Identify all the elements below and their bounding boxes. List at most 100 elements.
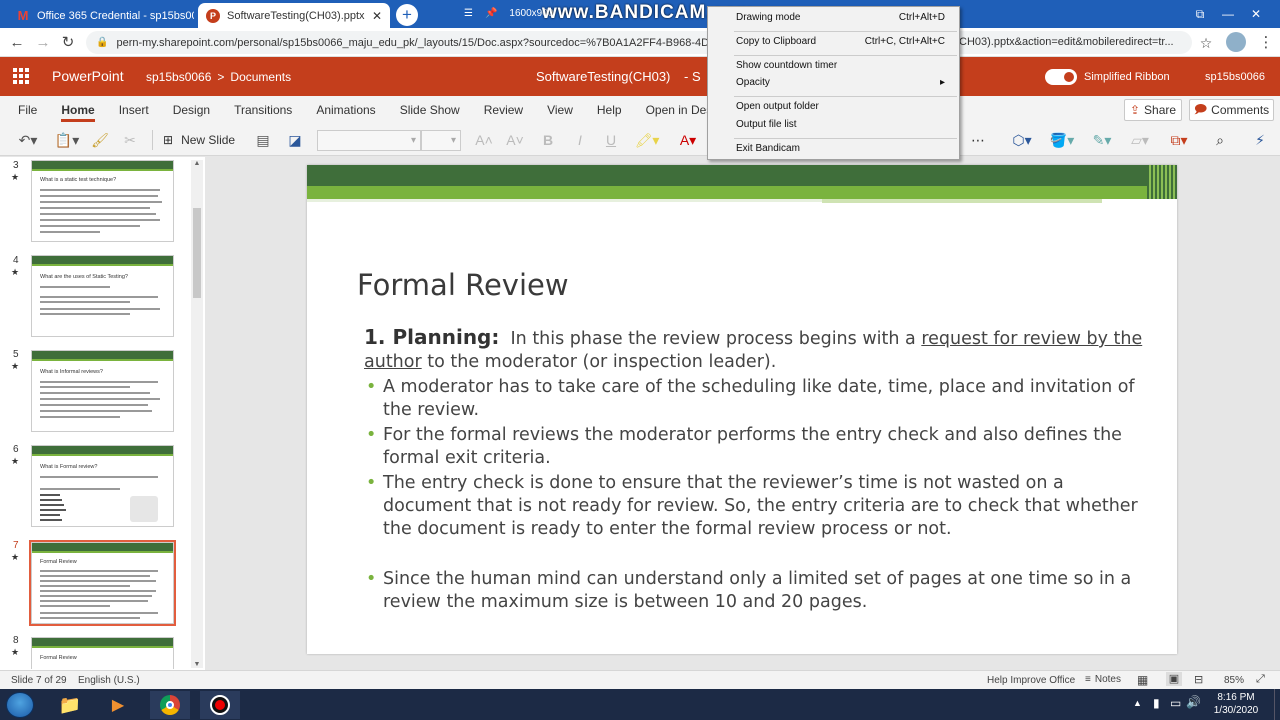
current-slide[interactable]: Formal Review 1. Planning: In this phase… [307, 165, 1177, 654]
slide-thumbnail-5[interactable]: What is Informal reviews? [31, 350, 174, 432]
system-clock[interactable]: 8:16 PM 1/30/2020 [1212, 691, 1260, 717]
slide-body[interactable]: 1. Planning: In this phase the review pr… [364, 326, 1154, 614]
pin-icon[interactable]: 📌 [485, 8, 497, 19]
slide-thumbnail-3[interactable]: What is a static test technique? [31, 160, 174, 242]
app-name[interactable]: PowerPoint [52, 68, 124, 84]
shape-outline-icon[interactable]: ✎▾ [1087, 131, 1117, 149]
bookmark-star-icon[interactable]: ☆ [1196, 33, 1216, 53]
volume-icon[interactable]: 🔊 [1186, 695, 1201, 709]
tab-office365[interactable]: M Office 365 Credential - sp15bs00 ✕ [8, 3, 194, 28]
media-player-icon[interactable]: ▶ [98, 691, 138, 719]
tab-home[interactable]: Home [61, 96, 96, 124]
tab-animations[interactable]: Animations [316, 96, 375, 124]
menu-icon[interactable]: ☰ [464, 8, 473, 19]
tab-transitions[interactable]: Transitions [234, 96, 292, 124]
search-icon[interactable]: ⌕ [1210, 131, 1230, 149]
reload-icon[interactable]: ↻ [58, 33, 78, 53]
more-options-icon[interactable]: ⋯ [968, 131, 988, 149]
menu-item-output-file-list[interactable]: Output file list [736, 116, 945, 134]
more-vert-icon[interactable]: ⋮ [1256, 33, 1276, 53]
font-color-icon[interactable]: A▾ [673, 131, 703, 149]
start-button[interactable] [6, 692, 34, 718]
arrange-icon[interactable]: ⧉▾ [1164, 131, 1194, 149]
menu-item-exit-bandicam[interactable]: Exit Bandicam [736, 140, 945, 158]
menu-item-open-output-folder[interactable]: Open output folder [736, 98, 945, 116]
tab-view[interactable]: View [547, 96, 573, 124]
menu-item-opacity[interactable]: Opacity ▸ [736, 74, 945, 92]
user-name[interactable]: sp15bs0066 [1205, 71, 1265, 83]
normal-view-icon[interactable]: ▦ [1137, 673, 1148, 687]
document-title[interactable]: SoftwareTesting(CH03) - S [536, 69, 701, 84]
fit-slide-icon[interactable]: ⤢ [1256, 673, 1265, 686]
show-desktop-button[interactable] [1274, 689, 1280, 720]
language-indicator[interactable]: English (U.S.) [78, 675, 140, 686]
zoom-level[interactable]: 85% [1224, 675, 1244, 686]
restore-icon[interactable]: ⧉ [1186, 0, 1214, 28]
layout-icon[interactable]: ▤ [253, 131, 273, 149]
shape-effects-icon[interactable]: ▱▾ [1125, 131, 1155, 149]
increase-font-icon[interactable]: A˄ [474, 131, 494, 149]
back-icon[interactable]: ← [7, 33, 27, 53]
reading-view-icon[interactable]: ⊟ [1194, 673, 1203, 686]
bandicam-record-icon[interactable] [200, 691, 240, 719]
help-improve-office[interactable]: Help Improve Office [987, 675, 1075, 686]
slide-header-band [307, 165, 1177, 186]
close-window-icon[interactable]: ✕ [1242, 0, 1270, 28]
bandicam-toolbar: ☰ 📌 1600x900 [464, 3, 553, 23]
divider [152, 130, 153, 150]
menu-item-countdown-timer[interactable]: Show countdown timer [736, 57, 945, 75]
file-explorer-icon[interactable]: 📁 [50, 691, 90, 719]
tab-insert[interactable]: Insert [119, 96, 149, 124]
undo-icon[interactable]: ↶▾ [13, 131, 43, 149]
status-bar: Slide 7 of 29 English (U.S.) Help Improv… [0, 670, 1280, 689]
tab-design[interactable]: Design [173, 96, 210, 124]
font-size-dropdown[interactable]: ▾ [421, 130, 461, 151]
breadcrumb-folder[interactable]: Documents [230, 70, 291, 84]
tab-help[interactable]: Help [597, 96, 622, 124]
reset-slide-icon[interactable]: ◪ [285, 131, 305, 149]
tab-file[interactable]: File [18, 96, 37, 124]
network-icon[interactable]: ▮ [1153, 696, 1160, 710]
slide-thumbnail-4[interactable]: What are the uses of Static Testing? [31, 255, 174, 337]
menu-item-drawing-mode[interactable]: Drawing mode Ctrl+Alt+D [736, 9, 945, 27]
thumb-number: 7 [13, 540, 19, 551]
forward-icon[interactable]: → [33, 33, 53, 53]
slide-sorter-icon[interactable]: ▣ [1166, 672, 1182, 686]
tray-expand-icon[interactable]: ▲ [1133, 698, 1142, 708]
shapes-icon[interactable]: ⬡▾ [1007, 131, 1037, 149]
close-icon[interactable]: ✕ [372, 9, 382, 23]
app-launcher-icon[interactable] [13, 68, 29, 84]
tab-review[interactable]: Review [484, 96, 523, 124]
notes-button[interactable]: ≡ Notes [1085, 674, 1121, 685]
paste-icon[interactable]: 📋▾ [52, 131, 82, 149]
tab-slide-show[interactable]: Slide Show [400, 96, 460, 124]
format-painter-icon[interactable]: 🖌 [90, 131, 110, 149]
share-button[interactable]: ⇪ Share [1124, 99, 1182, 121]
thumb-star-icon: ★ [11, 647, 20, 657]
breadcrumb-user[interactable]: sp15bs0066 [146, 70, 211, 84]
thumbnail-scrollbar[interactable]: ▲ ▼ [191, 160, 203, 668]
simplified-ribbon-toggle[interactable] [1045, 69, 1077, 85]
new-slide-button[interactable]: ⊞ New Slide [163, 131, 235, 149]
new-tab-button[interactable]: + [396, 4, 418, 26]
comments-button[interactable]: 🗩 Comments [1189, 99, 1274, 121]
chrome-icon[interactable] [150, 691, 190, 719]
thumb-number: 8 [13, 635, 19, 646]
decrease-font-icon[interactable]: A˅ [505, 131, 525, 149]
menu-item-copy-clipboard[interactable]: Copy to Clipboard Ctrl+C, Ctrl+Alt+C [736, 33, 945, 51]
tab-pptx[interactable]: P SoftwareTesting(CH03).pptx ✕ [198, 3, 390, 28]
italic-icon[interactable]: I [570, 131, 590, 149]
battery-icon[interactable]: ▭ [1170, 696, 1181, 710]
cut-icon[interactable]: ✂ [120, 131, 140, 149]
minimize-icon[interactable]: — [1214, 0, 1242, 28]
highlight-icon[interactable]: 🖍▾ [632, 131, 662, 149]
slide-title[interactable]: Formal Review [357, 268, 569, 302]
slide-thumbnail-8[interactable]: Formal Review [31, 637, 174, 669]
underline-icon[interactable]: U [601, 131, 621, 149]
slide-thumbnail-6[interactable]: What is Formal review? [31, 445, 174, 527]
designer-icon[interactable]: ⚡ [1250, 131, 1270, 149]
bold-icon[interactable]: B [538, 131, 558, 149]
shape-fill-icon[interactable]: 🪣▾ [1047, 131, 1077, 149]
profile-avatar[interactable] [1226, 32, 1246, 52]
font-name-dropdown[interactable]: ▾ [317, 130, 421, 151]
